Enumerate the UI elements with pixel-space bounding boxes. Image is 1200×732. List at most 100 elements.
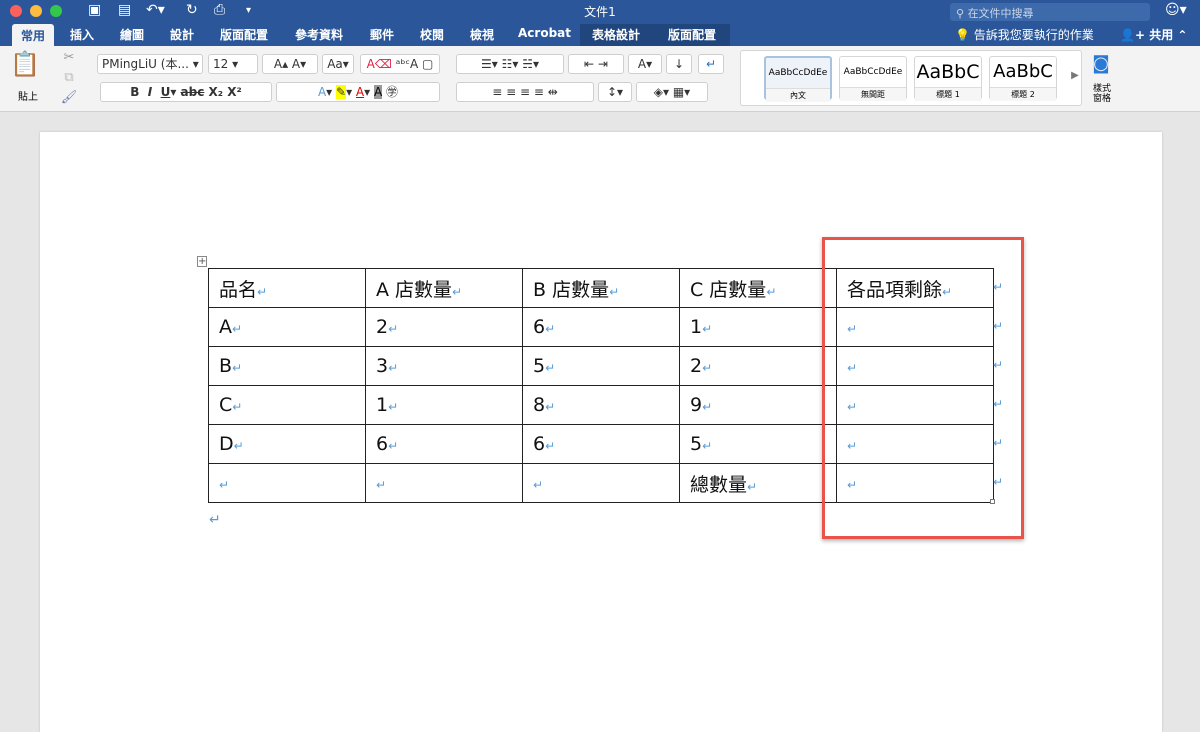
table-cell[interactable]: 5↵ [522, 346, 680, 386]
tab-table-design[interactable]: 表格設計 [592, 26, 640, 43]
table-cell[interactable]: A↵ [208, 307, 366, 347]
font-size-value: 12 [213, 57, 229, 71]
share-button[interactable]: 👤+ 共用 ⌃ [1120, 26, 1187, 43]
asian-layout-button[interactable]: A▾ [628, 54, 662, 74]
cell-text: B 店數量 [533, 278, 610, 301]
tab-references[interactable]: 參考資料 [295, 26, 343, 43]
font-size-select[interactable]: 12 ▾ [208, 54, 258, 74]
tab-review[interactable]: 校閱 [420, 26, 444, 43]
tell-me-input[interactable]: 💡 告訴我您要執行的作業 [955, 26, 1094, 43]
table-cell[interactable]: B 店數量↵ [522, 268, 680, 308]
cell-text: 8 [533, 394, 546, 416]
tab-home[interactable]: 常用 [12, 24, 55, 46]
text-effects-highlight-color-group[interactable]: A▾ ✎▾ A▾ A ㊫ [276, 82, 440, 102]
styles-pane-icon[interactable]: ◙ [1090, 54, 1112, 74]
table-cell[interactable]: 6↵ [522, 424, 680, 464]
bold-italic-underline-group[interactable]: B I U▾ abc X₂ X² [100, 82, 272, 102]
paste-label[interactable]: 貼上 [18, 88, 38, 103]
style-name: 無間距 [840, 87, 906, 101]
cell-end-mark: ↵ [545, 400, 556, 414]
styles-pane-label[interactable]: 樣式窗格 [1092, 84, 1112, 104]
table-cell[interactable]: 2↵ [679, 346, 837, 386]
cell-end-mark: ↵ [609, 284, 620, 299]
style-preview: AaBbC [916, 61, 980, 83]
show-marks-button[interactable]: ↵ [698, 54, 724, 74]
table-cell[interactable]: 2↵ [365, 307, 523, 347]
cell-end-mark: ↵ [388, 400, 399, 414]
line-spacing-button[interactable]: ↕▾ [598, 82, 632, 102]
font-name-select[interactable]: PMingLiU (本... ▾ [97, 54, 203, 74]
shading-borders-buttons[interactable]: ◈▾ ▦▾ [636, 82, 708, 102]
table-cell[interactable]: 5↵ [679, 424, 837, 464]
search-input[interactable]: ⚲ 在文件中搜尋 [950, 3, 1150, 21]
table-cell[interactable]: 1↵ [365, 385, 523, 425]
table-cell[interactable]: D↵ [208, 424, 366, 464]
clear-format-group[interactable]: A⌫ ᵃᵇᶜA ▢ [360, 54, 440, 74]
cell-end-mark: ↵ [702, 361, 713, 375]
cell-text: 6 [376, 433, 389, 455]
table-cell[interactable]: 6↵ [365, 424, 523, 464]
table-cell[interactable]: C 店數量↵ [679, 268, 837, 308]
cell-end-mark: ↵ [702, 400, 713, 414]
table-cell[interactable]: 總數量↵ [679, 463, 837, 503]
font-grow-shrink[interactable]: A▴ A▾ [262, 54, 318, 74]
cell-text: A 店數量 [376, 278, 453, 301]
tab-insert[interactable]: 插入 [70, 26, 94, 43]
tab-layout[interactable]: 版面配置 [220, 26, 268, 43]
paste-icon[interactable]: 📋 [10, 52, 40, 76]
cell-text: D [219, 433, 234, 455]
font-name-value: PMingLiU (本... [102, 57, 189, 71]
cell-end-mark: ↵ [766, 284, 777, 299]
table-cell[interactable]: 8↵ [522, 385, 680, 425]
table-cell[interactable]: C↵ [208, 385, 366, 425]
style-no-spacing[interactable]: AaBbCcDdEe 無間距 [839, 56, 907, 101]
cell-end-mark: ↵ [232, 361, 243, 375]
tab-design[interactable]: 設計 [170, 26, 194, 43]
sort-button[interactable]: ↓ [666, 54, 692, 74]
table-cell[interactable]: 6↵ [522, 307, 680, 347]
table-cell[interactable]: ↵ [365, 463, 523, 503]
cell-end-mark: ↵ [257, 284, 268, 299]
alignment-buttons[interactable]: ≡ ≡ ≡ ≡ ⇹ [456, 82, 594, 102]
tab-table-layout[interactable]: 版面配置 [668, 26, 716, 43]
paragraph-mark: ↵ [209, 512, 221, 528]
tab-mailings[interactable]: 郵件 [370, 26, 394, 43]
style-normal[interactable]: AaBbCcDdEe 內文 [764, 56, 832, 102]
tab-draw[interactable]: 繪圖 [120, 26, 144, 43]
cell-end-mark: ↵ [219, 478, 230, 492]
tab-acrobat[interactable]: Acrobat [518, 26, 571, 40]
format-painter-icon[interactable]: 🖌 [58, 88, 80, 108]
cut-icon[interactable]: ✂ [58, 48, 80, 68]
share-label: 共用 [1149, 28, 1174, 42]
style-heading-1[interactable]: AaBbC 標題 1 [914, 56, 982, 101]
cell-end-mark: ↵ [376, 478, 387, 492]
table-cell[interactable]: A 店數量↵ [365, 268, 523, 308]
cell-text: C 店數量 [690, 278, 767, 301]
table-move-handle-icon[interactable]: + [197, 256, 207, 267]
style-heading-2[interactable]: AaBbC 標題 2 [989, 56, 1057, 101]
cell-end-mark: ↵ [545, 322, 556, 336]
table-cell[interactable]: ↵ [522, 463, 680, 503]
tab-view[interactable]: 檢視 [470, 26, 494, 43]
table-cell[interactable]: 1↵ [679, 307, 837, 347]
cell-end-mark: ↵ [747, 479, 758, 494]
cell-text: 品名 [219, 278, 258, 301]
table-cell[interactable]: B↵ [208, 346, 366, 386]
table-cell[interactable]: ↵ [208, 463, 366, 503]
cell-text: 9 [690, 394, 703, 416]
change-case-button[interactable]: Aa▾ [322, 54, 354, 74]
cell-text: 2 [376, 316, 389, 338]
cell-text: 5 [533, 355, 546, 377]
list-buttons[interactable]: ☰▾ ☷▾ ☵▾ [456, 54, 564, 74]
cell-text: 2 [690, 355, 703, 377]
table-cell[interactable]: 品名↵ [208, 268, 366, 308]
cell-end-mark: ↵ [545, 361, 556, 375]
indent-buttons[interactable]: ⇤ ⇥ [568, 54, 624, 74]
copy-icon[interactable]: ⧉ [58, 68, 80, 88]
cell-text: 1 [690, 316, 703, 338]
table-cell[interactable]: 3↵ [365, 346, 523, 386]
ribbon: 📋 貼上 ✂ ⧉ 🖌 PMingLiU (本... ▾ 12 ▾ A▴ A▾ A… [0, 46, 1200, 112]
table-cell[interactable]: 9↵ [679, 385, 837, 425]
smiley-icon[interactable]: ☺▾ [1165, 2, 1187, 18]
styles-more-icon[interactable]: ▶ [1064, 66, 1086, 86]
